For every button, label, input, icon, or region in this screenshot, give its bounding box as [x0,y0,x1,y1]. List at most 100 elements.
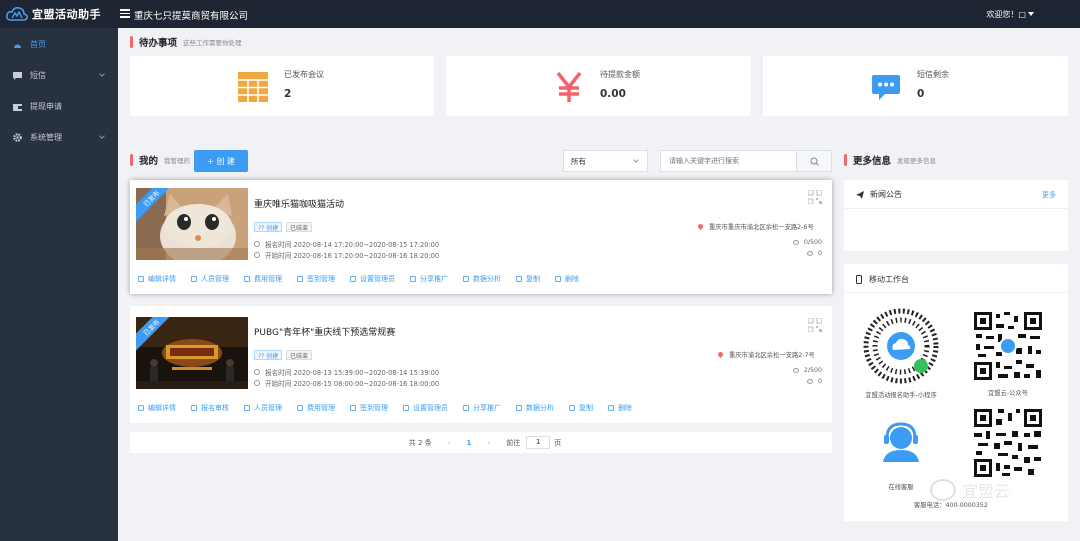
analytics-button[interactable]: 数据分析 [463,274,501,284]
news-more-link[interactable]: 更多 [1042,190,1056,200]
mine-header: 我的 我管理的 [130,153,190,167]
page-number[interactable]: 1 [467,439,472,447]
set-admin-button[interactable]: 设置管理员 [350,274,395,284]
section-accent [844,154,847,166]
qr-caption: 宜盟云-公众号 [987,390,1029,397]
clock-icon [254,252,260,258]
edit-icon [138,276,144,282]
people-icon [792,368,799,373]
delete-button[interactable]: 删除 [555,274,579,284]
qr-code-icon [972,310,1044,382]
event-actions: 编辑详情 人员管理 费用管理 签到管理 设置管理员 分享推广 数据分析 复制 删… [138,274,594,284]
sidebar-item-home[interactable]: 首页 [0,29,118,60]
company-name: 重庆七只提莫商贸有限公司 [134,11,249,22]
sidebar-item-withdraw[interactable]: 提现申请 [0,91,118,122]
share-button[interactable]: 分享推广 [410,274,448,284]
creator-tag: ?? 创建 [254,222,283,232]
chart-icon [516,405,522,411]
event-card[interactable]: 已发布 PUBG"青年杯"重庆线下预选常规赛 ?? 创建 已结束 报名时间 20… [130,306,832,423]
extra-qr[interactable] [963,407,1053,481]
fee-manage-button[interactable]: 费用管理 [244,274,282,284]
stat-card-withdraw[interactable]: 待提款金额 0.00 [446,56,751,116]
page-suffix: 页 [554,438,562,447]
watermark: 宜盟云 [930,478,1010,502]
people-text: 0/500 [803,239,822,246]
copy-button[interactable]: 复制 [516,274,540,284]
event-thumbnail[interactable]: 已发布 [136,188,248,260]
people-count: 0/500 [792,239,822,246]
qr-code-icon[interactable] [808,190,822,204]
user-menu[interactable]: 欢迎您！□ [986,9,1026,20]
goto-page-input[interactable]: 1 [526,436,551,449]
grid-icon [238,72,268,102]
status-badge: 已结束 [286,350,313,360]
sidebar-item-system[interactable]: 系统管理 [0,122,118,153]
sidebar-item-sms[interactable]: 短信 [0,60,118,91]
qr-code-icon[interactable] [808,318,822,332]
dashboard-icon [12,40,22,50]
event-card[interactable]: 已发布 重庆唯乐猫咖吸猫活动 ?? 创建 已结束 报名时间 2020-08-14… [130,180,832,294]
checkin-manage-button[interactable]: 签到管理 [350,403,388,413]
mini-program-qr[interactable]: 宜盟活动报名助手-小程序 [856,308,946,399]
app-logo[interactable]: 宜盟活动助手 [6,5,118,23]
view-text: 0 [817,378,822,385]
edit-details-button[interactable]: 编辑详情 [138,274,176,284]
eye-icon [806,379,813,384]
checkin-icon [350,405,356,411]
cloud-logo-icon [6,7,28,21]
event-thumbnail[interactable]: 已发布 [136,317,248,389]
chevron-down-icon[interactable] [1028,12,1034,16]
filter-select[interactable]: 所有 [563,150,648,172]
people-manage-button[interactable]: 人员管理 [191,274,229,284]
sidebar-item-label: 短信 [30,71,46,80]
prev-page-icon[interactable]: ‹ [448,439,451,447]
status-badge: 已结束 [286,222,313,232]
edit-details-button[interactable]: 编辑详情 [138,403,176,413]
menu-toggle-icon[interactable] [120,9,130,18]
share-icon [410,276,416,282]
stat-card-sms[interactable]: 短信剩余 0 [763,56,1068,116]
next-page-icon[interactable]: › [487,439,490,447]
todo-title: 待办事项 [139,38,178,49]
edit-icon [138,405,144,411]
eye-icon [806,251,813,256]
location-text: 重庆市重庆市渝北区余松一支路2-6号 [709,224,814,231]
news-title: 新闻公告 [870,190,902,199]
event-title[interactable]: 重庆唯乐猫咖吸猫活动 [254,197,344,210]
money-icon [244,276,250,282]
total-count: 共 2 条 [408,438,432,447]
stat-label: 短信剩余 [917,70,949,79]
yen-icon [554,71,584,102]
stat-card-meetings[interactable]: 已发布会议 2 [130,56,434,116]
fee-manage-button[interactable]: 费用管理 [297,403,335,413]
set-admin-button[interactable]: 设置管理员 [403,403,448,413]
people-text: 2/500 [803,367,822,374]
start-time: 开始时间 2020-08-15 08:00:00~2020-08-16 18:0… [254,378,439,388]
official-account-qr[interactable]: 宜盟云-公众号 [963,310,1053,397]
search-button[interactable] [797,150,832,172]
start-time-text: 开始时间 2020-08-15 08:00:00~2020-08-16 18:0… [265,380,440,388]
sidebar-item-label: 首页 [30,40,46,49]
sidebar: 首页 短信 提现申请 系统管理 [0,28,118,541]
signup-review-button[interactable]: 报名审核 [191,403,229,413]
people-icon [191,276,197,282]
watermark-text: 宜盟云 [962,482,1011,501]
event-location: 重庆市重庆市渝北区余松一支路2-6号 [696,222,814,231]
chevron-down-icon [99,133,105,139]
customer-service-icon [883,422,919,462]
delete-button[interactable]: 删除 [608,403,632,413]
todo-header: 待办事项 这些工作需要你处理 [130,35,242,49]
share-button[interactable]: 分享推广 [463,403,501,413]
search-input[interactable] [660,150,797,172]
event-title[interactable]: PUBG"青年杯"重庆线下预选常规赛 [254,325,395,338]
analytics-button[interactable]: 数据分析 [516,403,554,413]
copy-button[interactable]: 复制 [569,403,593,413]
signup-time: 报名时间 2020-08-14 17:20:00~2020-08-15 17:2… [254,239,439,249]
checkin-manage-button[interactable]: 签到管理 [297,274,335,284]
people-icon [792,240,799,245]
review-icon [191,405,197,411]
more-subtitle: 发现更多信息 [897,157,937,165]
create-button[interactable]: + 创 建 [194,150,248,172]
view-count: 0 [806,250,822,257]
people-manage-button[interactable]: 人员管理 [244,403,282,413]
